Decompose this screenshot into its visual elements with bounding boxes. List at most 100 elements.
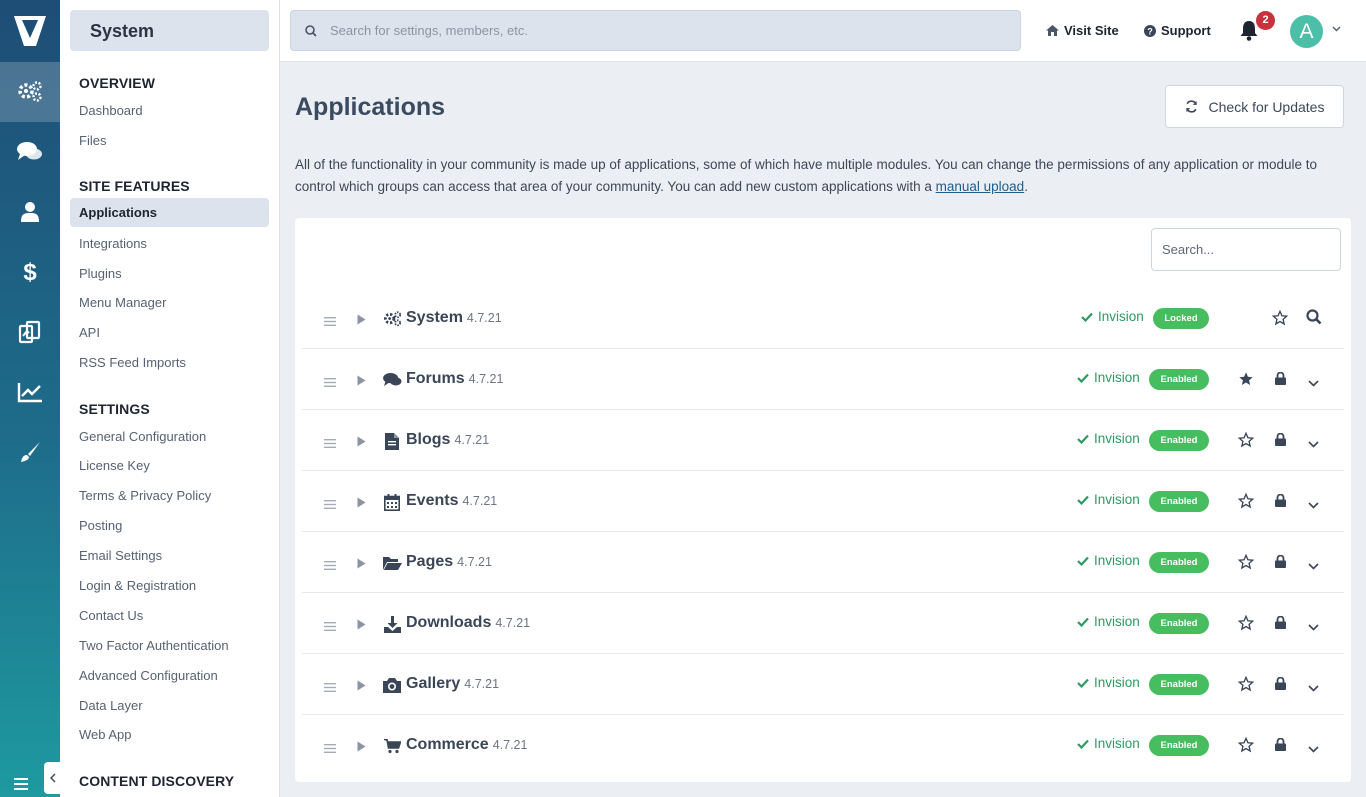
app-row-events[interactable]: Events 4.7.21 Invision Enabled	[302, 471, 1344, 532]
app-version: 4.7.21	[495, 616, 531, 630]
global-search-input[interactable]	[330, 23, 990, 38]
sidebar-item-applications[interactable]: Applications	[70, 198, 269, 227]
star-icon[interactable]	[1271, 309, 1289, 331]
rail-members[interactable]	[0, 182, 60, 242]
sidebar-item-contact-us[interactable]: Contact Us	[70, 601, 269, 630]
expand-caret-icon[interactable]	[357, 556, 366, 574]
rail-system[interactable]	[0, 62, 60, 122]
sidebar-item-data-layer[interactable]: Data Layer	[70, 691, 269, 720]
star-icon[interactable]	[1237, 614, 1255, 636]
star-icon[interactable]	[1237, 553, 1255, 575]
chevron-down-icon[interactable]	[1308, 618, 1319, 636]
page-title: Applications	[295, 93, 446, 121]
rail-stats[interactable]	[0, 362, 60, 422]
sidebar-item-terms-privacy[interactable]: Terms & Privacy Policy	[70, 481, 269, 510]
sidebar-item-login-registration[interactable]: Login & Registration	[70, 571, 269, 600]
app-name-text: Downloads	[406, 614, 492, 631]
rail-content[interactable]	[0, 302, 60, 362]
drag-handle-icon[interactable]	[324, 313, 336, 331]
manual-upload-link[interactable]: manual upload	[936, 179, 1025, 194]
hamburger-icon[interactable]	[14, 778, 28, 790]
sidebar-item-email-settings[interactable]: Email Settings	[70, 541, 269, 570]
drag-handle-icon[interactable]	[324, 435, 336, 453]
sidebar-item-plugins[interactable]: Plugins	[70, 259, 269, 288]
lock-icon[interactable]	[1275, 432, 1286, 451]
rail-commerce[interactable]: $	[0, 242, 60, 302]
app-row-commerce[interactable]: Commerce 4.7.21 Invision Enabled	[302, 715, 1344, 776]
expand-caret-icon[interactable]	[357, 617, 366, 635]
chevron-down-icon[interactable]	[1308, 435, 1319, 453]
invision-logo[interactable]	[0, 0, 60, 62]
chevron-down-icon[interactable]	[1308, 557, 1319, 575]
notification-badge: 2	[1256, 11, 1275, 30]
drag-handle-icon[interactable]	[324, 496, 336, 514]
sidebar-item-two-factor-auth[interactable]: Two Factor Authentication	[70, 631, 269, 660]
expand-caret-icon[interactable]	[357, 678, 366, 696]
app-name-text: System	[406, 309, 463, 326]
visit-site-label: Visit Site	[1064, 23, 1119, 38]
avatar[interactable]: A	[1290, 15, 1323, 48]
applications-search-input[interactable]	[1151, 228, 1341, 271]
app-row-blogs[interactable]: Blogs 4.7.21 Invision Enabled	[302, 410, 1344, 471]
chevron-down-icon[interactable]	[1308, 374, 1319, 392]
sidebar-item-dashboard[interactable]: Dashboard	[70, 96, 269, 125]
sidebar-item-integrations[interactable]: Integrations	[70, 229, 269, 258]
expand-caret-icon[interactable]	[357, 434, 366, 452]
star-filled-icon[interactable]	[1238, 371, 1254, 392]
app-row-system[interactable]: System 4.7.21 Invision Locked	[302, 288, 1344, 349]
star-icon[interactable]	[1237, 492, 1255, 514]
star-icon[interactable]	[1237, 675, 1255, 697]
expand-caret-icon[interactable]	[357, 739, 366, 757]
app-row-pages[interactable]: Pages 4.7.21 Invision Enabled	[302, 532, 1344, 593]
search-icon[interactable]	[1306, 309, 1322, 330]
sidebar-heading-settings: SETTINGS	[79, 401, 150, 417]
status-badge: Enabled	[1149, 369, 1209, 390]
applications-description: All of the functionality in your communi…	[295, 154, 1351, 198]
app-row-downloads[interactable]: Downloads 4.7.21 Invision Enabled	[302, 593, 1344, 654]
app-name-text: Forums	[406, 370, 465, 387]
expand-caret-icon[interactable]	[357, 373, 366, 391]
status-badge: Enabled	[1149, 430, 1209, 451]
expand-caret-icon[interactable]	[357, 312, 366, 330]
lock-icon[interactable]	[1275, 737, 1286, 756]
sidebar-item-advanced-configuration[interactable]: Advanced Configuration	[70, 661, 269, 690]
global-search[interactable]	[290, 10, 1021, 51]
sidebar-item-rss-feed-imports[interactable]: RSS Feed Imports	[70, 348, 269, 377]
chevron-down-icon[interactable]	[1308, 679, 1319, 697]
drag-handle-icon[interactable]	[324, 740, 336, 758]
lock-icon[interactable]	[1275, 676, 1286, 695]
visit-site-link[interactable]: Visit Site	[1046, 23, 1119, 38]
app-row-forums[interactable]: Forums 4.7.21 Invision Enabled	[302, 349, 1344, 410]
drag-handle-icon[interactable]	[324, 679, 336, 697]
drag-handle-icon[interactable]	[324, 618, 336, 636]
expand-caret-icon[interactable]	[357, 495, 366, 513]
star-icon[interactable]	[1237, 736, 1255, 758]
sidebar-item-api[interactable]: API	[70, 318, 269, 347]
sidebar-item-files[interactable]: Files	[70, 126, 269, 155]
support-link[interactable]: ? Support	[1144, 23, 1211, 38]
lock-icon[interactable]	[1275, 371, 1286, 390]
drag-handle-icon[interactable]	[324, 374, 336, 392]
lock-icon[interactable]	[1275, 493, 1286, 512]
app-name-text: Commerce	[406, 736, 489, 753]
sidebar-item-general-configuration[interactable]: General Configuration	[70, 422, 269, 451]
chevron-down-icon[interactable]	[1308, 740, 1319, 758]
sidebar-item-posting[interactable]: Posting	[70, 511, 269, 540]
lock-icon[interactable]	[1275, 554, 1286, 573]
status-badge: Enabled	[1149, 735, 1209, 756]
chevron-down-icon[interactable]	[1308, 496, 1319, 514]
rail-customization[interactable]	[0, 422, 60, 482]
app-name: Pages 4.7.21	[406, 553, 492, 571]
icon-rail: $	[0, 0, 62, 797]
chevron-down-icon[interactable]	[1332, 26, 1341, 32]
sidebar-item-license-key[interactable]: License Key	[70, 451, 269, 480]
check-for-updates-button[interactable]: Check for Updates	[1165, 85, 1344, 128]
app-row-gallery[interactable]: Gallery 4.7.21 Invision Enabled	[302, 654, 1344, 715]
sidebar-item-web-app[interactable]: Web App	[70, 720, 269, 749]
lock-icon[interactable]	[1275, 615, 1286, 634]
star-icon[interactable]	[1237, 431, 1255, 453]
drag-handle-icon[interactable]	[324, 557, 336, 575]
app-version: 4.7.21	[468, 372, 504, 386]
sidebar-item-menu-manager[interactable]: Menu Manager	[70, 288, 269, 317]
rail-community[interactable]	[0, 122, 60, 182]
